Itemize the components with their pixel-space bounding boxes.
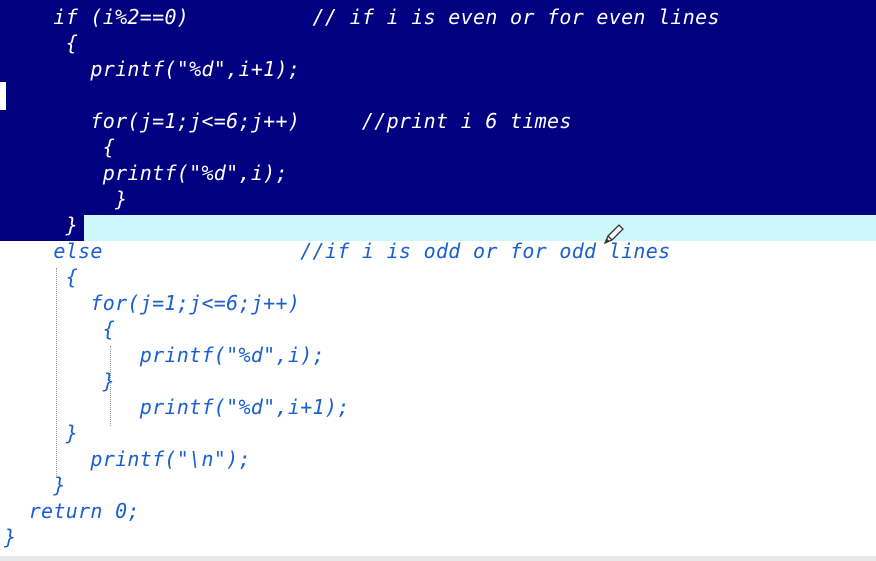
code-line: printf("\n"); [4,446,251,472]
code-line: for(j=1;j<=6;j++) //print i 6 times [4,108,572,134]
code-line: printf("%d",i+1); [4,394,350,420]
code-line: { [4,264,78,290]
code-line: printf("%d",i); [4,160,288,186]
code-line: } [4,420,78,446]
code-text: return 0; [28,499,140,523]
code-line: if (i%2==0) // if i is even or for even … [4,4,720,30]
code-text: } [102,369,116,393]
selection-gap [0,82,6,110]
code-line: { [4,30,78,56]
code-text: { [65,31,79,55]
code-text: } [65,421,79,445]
code-line: } [4,368,115,394]
code-comment: //print i 6 times [361,109,572,133]
code-text: } [53,473,66,497]
code-text: for(j=1;j<=6;j++) [90,291,301,315]
code-text: printf("%d",i); [139,343,325,367]
code-editor[interactable]: if (i%2==0) // if i is even or for even … [0,0,876,561]
code-line: } [4,212,78,238]
code-line: } [4,472,66,498]
code-line: for(j=1;j<=6;j++) [4,290,300,316]
text-selection [0,80,876,215]
horizontal-scrollbar[interactable] [0,556,876,561]
code-text: { [102,317,116,341]
code-line: printf("%d",i+1); [4,56,300,82]
code-line: printf("%d",i); [4,342,325,368]
code-text: printf("%d",i+1); [90,57,301,81]
code-text: } [65,213,79,237]
code-line: { [4,134,115,160]
code-line: else //if i is odd or for odd lines [4,238,670,264]
code-text: printf("%d",i); [102,161,288,185]
code-text: { [102,135,116,159]
code-text: if (i%2==0) [53,5,313,29]
code-text: printf("\n"); [90,447,251,471]
code-text: } [4,525,17,549]
code-line: return 0; [4,498,140,524]
pencil-cursor-icon [603,224,624,245]
code-text: printf("%d",i+1); [139,395,350,419]
code-line: } [4,186,127,212]
code-line: } [4,524,16,550]
code-text: for(j=1;j<=6;j++) [90,109,362,133]
code-text: { [65,265,79,289]
code-text: } [102,187,128,211]
code-comment: // if i is even or for even lines [312,5,720,29]
code-text: else [53,239,301,263]
code-line: { [4,316,115,342]
